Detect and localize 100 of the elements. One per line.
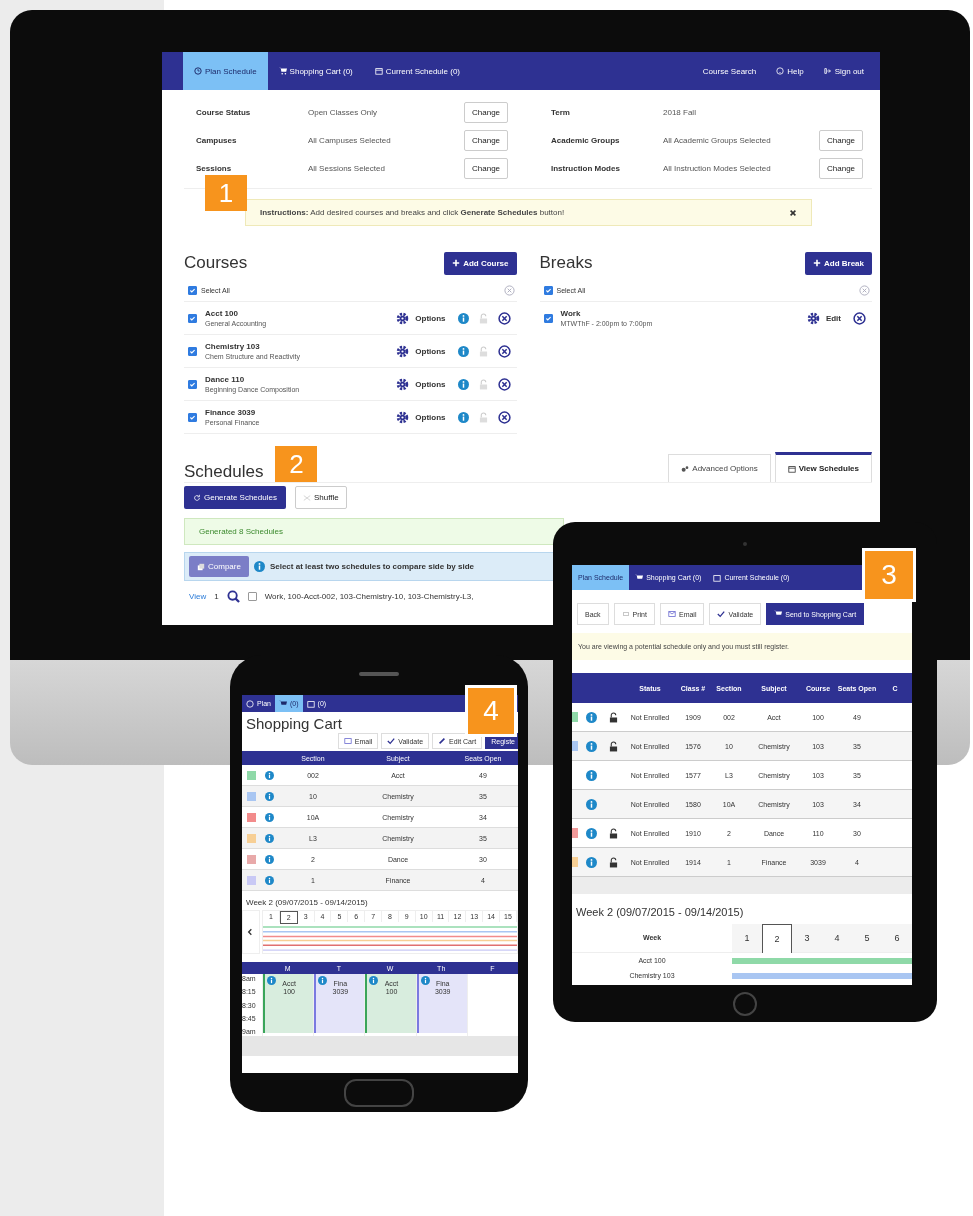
lock-icon[interactable]	[608, 827, 618, 839]
checkbox[interactable]	[247, 592, 257, 601]
week-number[interactable]: 5	[852, 924, 882, 953]
schedule-summary: Work, 100-Acct-002, 103-Chemistry-10, 103-Chemistry-L3,	[264, 592, 474, 601]
remove-icon[interactable]	[497, 311, 511, 325]
lock-icon[interactable]	[608, 856, 618, 868]
view-link[interactable]: View	[189, 592, 207, 601]
checkbox[interactable]	[543, 313, 553, 323]
info-icon[interactable]	[585, 769, 597, 781]
week-number[interactable]: 6	[882, 924, 912, 953]
nav-tab[interactable]: Current Schedule (0)	[363, 52, 471, 90]
shuffle-button[interactable]: Shuffle	[294, 486, 347, 509]
options-link[interactable]: Options	[415, 412, 446, 422]
checkbox[interactable]	[188, 379, 197, 389]
info-icon[interactable]	[457, 378, 469, 390]
help-icon	[776, 67, 785, 75]
break-name: Work	[560, 309, 582, 318]
checkbox[interactable]	[188, 286, 197, 295]
week-number[interactable]: 4	[822, 924, 852, 953]
info-icon[interactable]	[457, 312, 469, 324]
close-icon[interactable]	[789, 208, 797, 217]
filter-value: All Campuses Selected	[308, 135, 392, 145]
gear-icon[interactable]	[396, 410, 410, 424]
gear-icon[interactable]	[396, 377, 410, 391]
info-icon[interactable]	[318, 976, 328, 985]
remove-icon[interactable]	[853, 311, 866, 325]
info-icon[interactable]	[267, 976, 276, 985]
add-course-button[interactable]: Add Course	[444, 251, 517, 275]
week-number[interactable]: 1	[732, 924, 762, 953]
section-title: Courses	[184, 253, 248, 273]
remove-all-icon[interactable]	[859, 285, 870, 296]
check-icon	[387, 737, 396, 745]
change-button[interactable]: Change	[464, 101, 509, 123]
filter-value: All Sessions Selected	[308, 163, 386, 173]
checkbox[interactable]	[188, 313, 197, 323]
nav-link[interactable]: Course Search	[692, 52, 767, 90]
cart-icon	[774, 610, 783, 618]
info-icon[interactable]	[264, 854, 274, 864]
envelope-icon	[667, 610, 676, 618]
checkbox[interactable]	[543, 286, 553, 295]
remove-all-icon[interactable]	[503, 285, 515, 296]
info-icon[interactable]	[264, 770, 274, 780]
edit-link[interactable]: Edit	[825, 313, 841, 323]
change-button[interactable]: Change	[819, 129, 864, 151]
check-icon	[717, 610, 726, 618]
gear-icon[interactable]	[396, 311, 410, 325]
step-badge: 4	[465, 685, 517, 737]
info-icon[interactable]	[264, 791, 274, 801]
course-name: Chemistry 103	[205, 342, 261, 351]
info-icon[interactable]	[585, 856, 597, 868]
options-link[interactable]: Options	[415, 313, 446, 323]
info-icon[interactable]	[457, 411, 469, 423]
options-link[interactable]: Options	[415, 346, 446, 356]
week-number[interactable]: 3	[792, 924, 822, 953]
nav-tab[interactable]: Plan Schedule	[183, 52, 268, 90]
week-title: Week 2 (09/07/2015 - 09/14/2015)	[575, 905, 745, 920]
gear-icon[interactable]	[806, 311, 820, 325]
filter-label: Term	[551, 107, 571, 117]
compare-button[interactable]: Compare	[189, 556, 249, 577]
info-icon[interactable]	[264, 833, 274, 843]
cart-icon	[635, 573, 644, 582]
change-button[interactable]: Change	[464, 157, 509, 179]
options-link[interactable]: Options	[415, 379, 446, 389]
info-icon[interactable]	[264, 875, 274, 885]
gear-icon[interactable]	[396, 344, 410, 358]
info-icon[interactable]	[585, 827, 597, 839]
tab[interactable]: Advanced Options	[668, 454, 771, 482]
lock-icon[interactable]	[608, 711, 618, 723]
plus-icon	[813, 259, 821, 267]
home-button[interactable]	[733, 992, 757, 1016]
calendar-icon	[787, 464, 796, 473]
remove-icon[interactable]	[497, 377, 511, 391]
generate-schedules-button[interactable]: Generate Schedules	[184, 486, 286, 509]
info-icon[interactable]	[585, 711, 597, 723]
info-icon[interactable]	[585, 798, 597, 810]
add-break-button[interactable]: Add Break	[805, 251, 872, 275]
info-icon[interactable]	[264, 812, 274, 822]
remove-icon[interactable]	[497, 410, 511, 424]
home-button[interactable]	[344, 1079, 414, 1107]
remove-icon[interactable]	[497, 344, 511, 358]
checkbox[interactable]	[188, 346, 197, 356]
tab[interactable]: View Schedules	[774, 452, 872, 482]
nav-tab[interactable]: Shopping Cart (0)	[267, 52, 364, 90]
shuffle-icon	[302, 493, 311, 502]
calendar-icon	[374, 67, 383, 75]
lock-icon[interactable]	[608, 740, 618, 752]
change-button[interactable]: Change	[464, 129, 509, 151]
nav-link[interactable]: Sign out	[813, 52, 874, 90]
checkbox[interactable]	[188, 412, 197, 422]
nav-link[interactable]: Help	[766, 52, 814, 90]
change-button[interactable]: Change	[819, 157, 864, 179]
refresh-icon	[193, 493, 201, 502]
info-icon[interactable]	[457, 345, 469, 357]
filter-label: Campuses	[196, 135, 238, 145]
step-badge: 1	[205, 175, 247, 211]
zoom-icon[interactable]	[226, 590, 240, 603]
info-icon[interactable]	[420, 976, 430, 985]
info-icon[interactable]	[369, 976, 379, 985]
info-icon[interactable]	[585, 740, 597, 752]
week-number[interactable]: 2	[762, 924, 792, 953]
